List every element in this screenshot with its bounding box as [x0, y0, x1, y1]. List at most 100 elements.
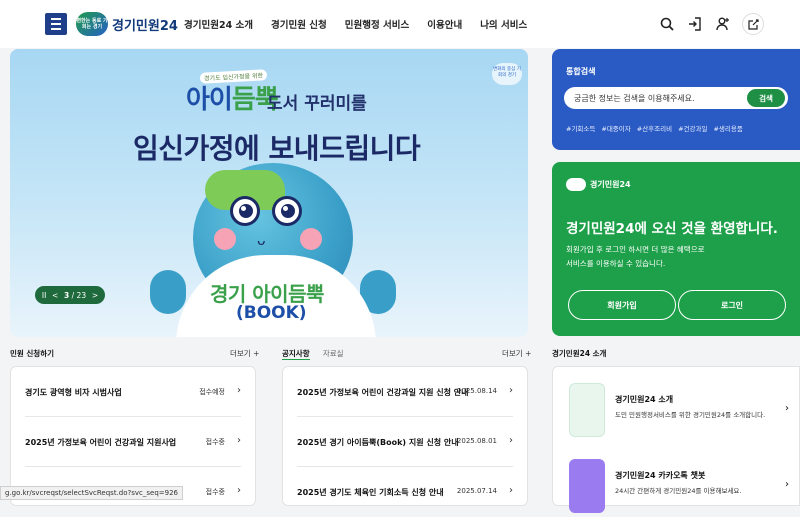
tag-link[interactable]: #기회소득 [566, 123, 595, 133]
intro-item[interactable]: 경기민원24 카카오톡 챗봇 24시간 간편하게 경기민원24를 이용해보세요.… [569, 459, 799, 513]
pager-current: 3 [64, 290, 70, 300]
welcome-logo-badge [566, 178, 586, 191]
tag-link[interactable]: #대중이자 [601, 123, 630, 133]
notice-tabs: 공지사항 자료실 [282, 348, 344, 360]
external-link-icon[interactable] [742, 13, 764, 35]
search-tags: #기회소득 #대중이자 #산후조리비 #건강과일 #생리용품 [566, 123, 743, 133]
intro-item-desc: 24시간 간편하게 경기민원24를 이용해보세요. [615, 487, 742, 495]
nav-item-my[interactable]: 나의 서비스 [480, 17, 527, 31]
item-title: 2025년 경기 아이듬뿍(Book) 지원 신청 안내 [297, 438, 459, 447]
next-button[interactable]: > [92, 291, 98, 300]
mascot-left-cheek [214, 228, 236, 250]
menu-button[interactable] [45, 13, 67, 35]
intro-section-title: 경기민원24 소개 [552, 349, 607, 358]
chevron-right-icon: › [509, 385, 513, 396]
mascot-left-hand [150, 270, 186, 314]
header-icons [658, 13, 764, 35]
mascot-mouth: ᴗ [257, 233, 266, 249]
intro-item-title: 경기민원24 소개 [615, 395, 674, 404]
welcome-logo: 경기민원24 [566, 178, 631, 191]
apply-more-link[interactable]: 더보기 + [230, 348, 259, 359]
tab-archive[interactable]: 자료실 [323, 349, 344, 358]
pause-button[interactable]: II [42, 291, 46, 300]
banner-brand-a: 아이 [186, 85, 233, 115]
list-item[interactable]: 경기도 광역형 비자 시범사업 접수예정 › [25, 367, 241, 417]
nav-item-guide[interactable]: 이용안내 [427, 17, 462, 31]
banner-pager: II < 3 / 23 > [35, 286, 105, 304]
item-title: 2025년 가정보육 어린이 건강과일 지원사업 [25, 438, 177, 447]
nav-item-intro[interactable]: 경기민원24 소개 [184, 17, 253, 31]
chevron-right-icon: › [237, 385, 241, 396]
welcome-desc-line2: 서비스를 이용하실 수 있습니다. [566, 259, 666, 268]
apply-section-title: 민원 신청하기 [10, 349, 55, 358]
list-item[interactable]: 2025년 경기도 체육인 기회소득 신청 안내 2025.07.14 › [297, 467, 513, 517]
chevron-right-icon: › [237, 485, 241, 496]
item-status: 접수중 [205, 488, 225, 496]
list-item[interactable]: 2025년 가정보육 어린이 건강과일 지원사업 접수중 › [25, 417, 241, 467]
item-date: 2025.08.14 [456, 387, 497, 395]
book-subtitle: (BOOK) [236, 303, 307, 323]
search-input[interactable]: 궁금한 정보는 검색을 이용해주세요. 검색 [564, 87, 788, 109]
login-icon[interactable] [686, 15, 704, 33]
logo-text: 경기민원24 [112, 18, 178, 34]
signup-button[interactable]: 회원가입 [568, 290, 676, 320]
mascot-right-eye [272, 196, 302, 226]
tab-notice[interactable]: 공지사항 [282, 349, 310, 360]
chatbot-icon [569, 459, 605, 513]
mascot-right-cheek [300, 228, 322, 250]
search-card: 통합검색 궁금한 정보는 검색을 이용해주세요. 검색 #기회소득 #대중이자 … [552, 49, 800, 150]
welcome-card: 경기민원24 경기민원24에 오신 것을 환영합니다. 회원가입 후 로그인 하… [552, 162, 800, 336]
search-icon[interactable] [658, 15, 676, 33]
search-label: 통합검색 [566, 67, 596, 76]
item-title: 2025년 경기도 체육인 기회소득 신청 안내 [297, 488, 444, 497]
status-bar-url: g.go.kr/svcreqst/selectSvcReqst.do?svc_s… [0, 486, 184, 500]
tag-link[interactable]: #생리용품 [713, 123, 742, 133]
prev-button[interactable]: < [52, 291, 58, 300]
search-placeholder: 궁금한 정보는 검색을 이용해주세요. [574, 94, 695, 103]
nav-item-service[interactable]: 민원행정 서비스 [345, 17, 410, 31]
logo-badge: 편한는 동로 기회는 경기 [76, 12, 108, 36]
gg24-logo-icon [569, 383, 605, 437]
main-nav: 경기민원24 소개 경기민원 신청 민원행정 서비스 이용안내 나의 서비스 [184, 17, 527, 31]
mascot-left-eye [230, 196, 260, 226]
welcome-desc-line1: 회원가입 후 로그인 하시면 더 많은 혜택으로 [566, 245, 705, 254]
user-add-icon[interactable] [714, 15, 732, 33]
banner-title: 임신가정에 보내드립니다 [133, 132, 421, 165]
intro-item-title: 경기민원24 카카오톡 챗봇 [615, 471, 706, 480]
intro-card: 경기민원24 소개 도민 민원행정서비스를 위한 경기민원24를 소개합니다. … [552, 366, 800, 513]
chevron-right-icon: › [785, 479, 789, 490]
site-logo[interactable]: 편한는 동로 기회는 경기 경기민원24 [76, 12, 178, 36]
item-status: 접수중 [205, 438, 225, 446]
item-status: 접수예정 [199, 388, 225, 396]
banner-subtitle: 도서 꾸러미를 [267, 94, 367, 114]
item-date: 2025.07.14 [456, 487, 497, 495]
tag-link[interactable]: #건강과일 [678, 123, 707, 133]
intro-item-desc: 도민 민원행정서비스를 위한 경기민원24를 소개합니다. [615, 411, 766, 419]
search-button[interactable]: 검색 [747, 89, 785, 107]
banner-badge: 변화의 중심 기회의 경기 [492, 63, 522, 85]
mascot-right-hand [360, 270, 396, 314]
welcome-title: 경기민원24에 오신 것을 환영합니다. [566, 221, 778, 237]
notice-card: 2025년 가정보육 어린이 건강과일 지원 신청 안내 2025.08.14 … [282, 366, 528, 506]
tag-link[interactable]: #산후조리비 [637, 123, 672, 133]
list-item[interactable]: 2025년 가정보육 어린이 건강과일 지원 신청 안내 2025.08.14 … [297, 367, 513, 417]
pager-total: 23 [76, 290, 87, 300]
item-title: 2025년 가정보육 어린이 건강과일 지원 신청 안내 [297, 388, 469, 397]
item-date: 2025.08.01 [456, 437, 497, 445]
nav-item-apply[interactable]: 경기민원 신청 [271, 17, 327, 31]
apply-card: 경기도 광역형 비자 시범사업 접수예정 › 2025년 가정보육 어린이 건강… [10, 366, 256, 506]
chevron-right-icon: › [785, 403, 789, 414]
site-header: 편한는 동로 기회는 경기 경기민원24 경기민원24 소개 경기민원 신청 민… [0, 0, 800, 48]
list-item[interactable]: 2025년 경기 아이듬뿍(Book) 지원 신청 안내 2025.08.01 … [297, 417, 513, 467]
chevron-right-icon: › [509, 435, 513, 446]
login-button[interactable]: 로그인 [678, 290, 786, 320]
banner-brand: 아이듬뿍 [186, 79, 279, 116]
chevron-right-icon: › [509, 485, 513, 496]
welcome-logo-text: 경기민원24 [590, 180, 631, 189]
chevron-right-icon: › [237, 435, 241, 446]
welcome-desc: 회원가입 후 로그인 하시면 더 많은 혜택으로 서비스를 이용하실 수 있습니… [566, 243, 705, 271]
item-title: 경기도 광역형 비자 시범사업 [25, 388, 122, 397]
notice-more-link[interactable]: 더보기 + [502, 348, 531, 359]
intro-item[interactable]: 경기민원24 소개 도민 민원행정서비스를 위한 경기민원24를 소개합니다. … [569, 383, 799, 437]
pager-count: 3 / 23 [64, 290, 87, 300]
